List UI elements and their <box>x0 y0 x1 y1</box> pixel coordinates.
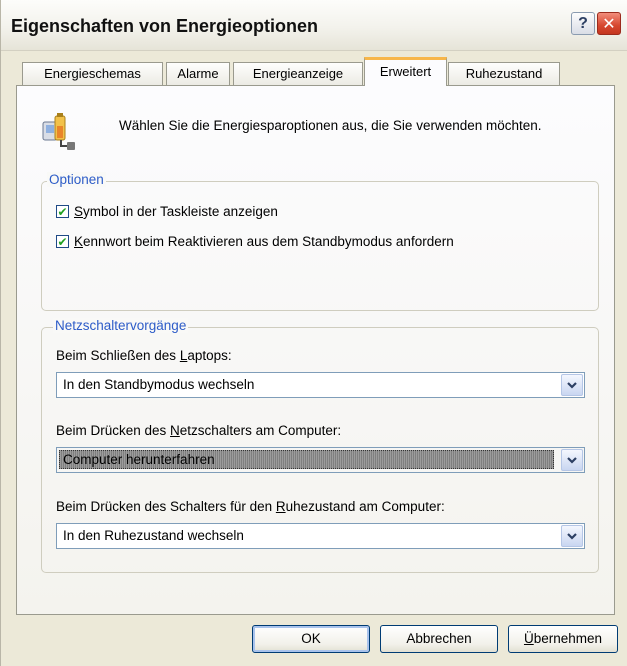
checkbox-require-password[interactable]: ✔ Kennwort beim Reaktivieren aus dem Sta… <box>56 234 454 249</box>
lid-close-select[interactable]: In den Standbymodus wechseln <box>56 372 585 398</box>
tab-energieschemas[interactable]: Energieschemas <box>22 62 163 85</box>
header-description: Wählen Sie die Energiesparoptionen aus, … <box>119 118 542 133</box>
sleep-button-select-value: In den Ruhezustand wechseln <box>63 528 244 543</box>
power-button-dropdown-button[interactable] <box>561 449 583 471</box>
close-button[interactable]: ✕ <box>597 12 621 35</box>
power-options-icon <box>42 113 75 150</box>
checkbox-require-password-box[interactable]: ✔ <box>56 235 69 249</box>
close-icon: ✕ <box>602 15 616 33</box>
tab-ruhezustand[interactable]: Ruhezustand <box>448 62 560 85</box>
tab-alarme[interactable]: Alarme <box>166 62 230 85</box>
sleep-button-select[interactable]: In den Ruhezustand wechseln <box>56 523 585 549</box>
lid-close-dropdown-button[interactable] <box>561 374 583 396</box>
chevron-down-icon <box>567 533 577 540</box>
power-button-select[interactable]: Computer herunterfahren <box>56 447 585 473</box>
window-title: Eigenschaften von Energieoptionen <box>11 16 319 36</box>
title-bar[interactable]: Eigenschaften von Energieoptionen ? ✕ <box>1 0 627 51</box>
tab-energieanzeige[interactable]: Energieanzeige <box>233 62 363 85</box>
chevron-down-icon <box>567 457 577 464</box>
sleep-button-label: Beim Drücken des Schalters für den Ruhez… <box>56 499 445 514</box>
dialog-window: Eigenschaften von Energieoptionen ? ✕ En… <box>0 0 627 666</box>
checkbox-taskbar-icon-box[interactable]: ✔ <box>56 205 69 219</box>
cancel-button[interactable]: Abbrechen <box>380 625 498 653</box>
options-group-label: Optionen <box>47 172 106 187</box>
chevron-down-icon <box>567 382 577 389</box>
power-button-label: Beim Drücken des Netzschalters am Comput… <box>56 423 342 438</box>
power-buttons-group-label: Netzschaltervorgänge <box>53 318 189 333</box>
lid-close-label: Beim Schließen des Laptops: <box>56 348 232 363</box>
checkbox-taskbar-icon[interactable]: ✔ Symbol in der Taskleiste anzeigen <box>56 204 278 219</box>
checkbox-taskbar-icon-label: Symbol in der Taskleiste anzeigen <box>74 204 278 219</box>
help-icon: ? <box>578 14 588 32</box>
apply-button[interactable]: Übernehmen <box>508 625 618 653</box>
ok-button[interactable]: OK <box>252 625 370 653</box>
lid-close-select-value: In den Standbymodus wechseln <box>63 377 255 392</box>
help-button[interactable]: ? <box>571 12 595 35</box>
tab-erweitert[interactable]: Erweitert <box>364 57 447 86</box>
sleep-button-dropdown-button[interactable] <box>561 525 583 547</box>
power-button-select-value: Computer herunterfahren <box>59 450 554 469</box>
checkbox-require-password-label: Kennwort beim Reaktivieren aus dem Stand… <box>74 234 454 249</box>
